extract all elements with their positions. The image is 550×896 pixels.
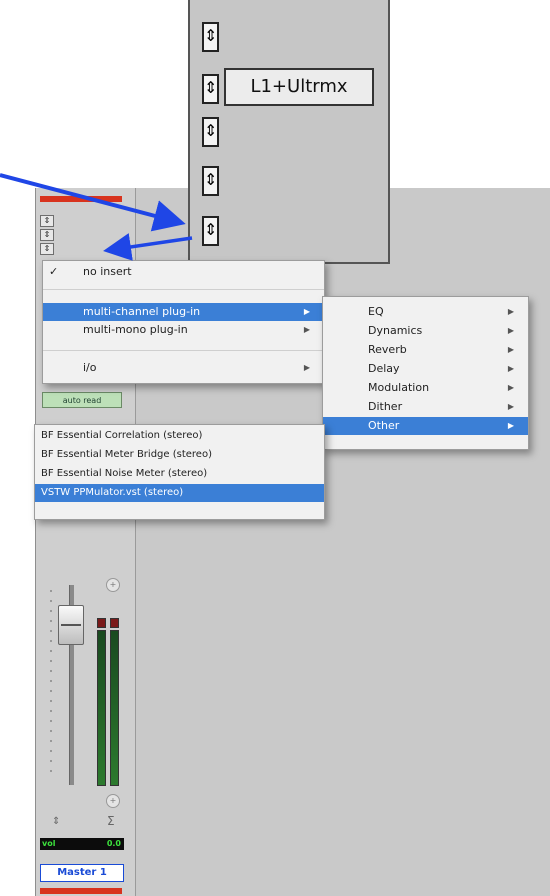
level-meter-right: [110, 630, 119, 786]
submenu-item-eq[interactable]: EQ ▶: [323, 303, 528, 321]
stepper-icon: ⇕: [43, 216, 51, 225]
menu-item-label: BF Essential Meter Bridge (stereo): [41, 449, 212, 460]
insert-plugin-name[interactable]: L1+Ultrmx: [224, 68, 374, 106]
meter-clip-right: [110, 618, 119, 628]
submenu-arrow-icon: ▶: [507, 421, 514, 430]
submenu-item-dynamics[interactable]: Dynamics ▶: [323, 322, 528, 340]
submenu-arrow-icon: ▶: [507, 326, 514, 335]
menu-item-label: VSTW PPMulator.vst (stereo): [41, 487, 184, 498]
menu-item-label: Dynamics: [368, 324, 423, 337]
stepper-icon: ⇕: [204, 26, 218, 45]
stepper-icon: ⇕: [204, 170, 218, 189]
menu-item-label: no insert: [83, 265, 132, 278]
menu-item-label: BF Essential Correlation (stereo): [41, 430, 203, 441]
zoom-insert-stepper-2[interactable]: ⇕: [202, 74, 219, 104]
zoom-insert-stepper-4[interactable]: ⇕: [202, 166, 219, 196]
menu-item-multi-channel[interactable]: multi-channel plug-in ▶: [43, 303, 324, 321]
menu-separator: [43, 289, 324, 290]
menu-item-label: multi-channel plug-in: [83, 305, 201, 318]
pan-knob[interactable]: +: [106, 578, 120, 592]
menu-item-label: Reverb: [368, 343, 407, 356]
menu-item-label: BF Essential Noise Meter (stereo): [41, 468, 208, 479]
menu-item-label: i/o: [83, 361, 97, 374]
strip-top-red-bar: [40, 196, 122, 202]
plugin-item[interactable]: BF Essential Meter Bridge (stereo): [35, 446, 324, 464]
stepper-icon: ⇕: [204, 220, 218, 239]
volume-readout: vol 0.0: [40, 838, 124, 850]
submenu-arrow-icon: ▶: [507, 383, 514, 392]
volume-label: vol: [42, 839, 56, 848]
fader-scale: [50, 590, 52, 780]
submenu-arrow-icon: ▶: [507, 364, 514, 373]
submenu-arrow-icon: ▶: [303, 325, 310, 334]
zoom-insert-stepper-5[interactable]: ⇕: [202, 216, 219, 246]
menu-item-no-insert[interactable]: ✓ no insert: [43, 263, 324, 281]
record-knob[interactable]: +: [106, 794, 120, 808]
meter-clip-left: [97, 618, 106, 628]
pan-stepper-icon[interactable]: ⇕: [52, 816, 60, 827]
submenu-item-other[interactable]: Other ▶: [323, 417, 528, 435]
insert-slot-1[interactable]: ⇕: [40, 215, 54, 227]
menu-item-multi-mono[interactable]: multi-mono plug-in ▶: [43, 321, 324, 339]
stepper-icon: ⇕: [43, 244, 51, 253]
zoom-insert-stepper-3[interactable]: ⇕: [202, 117, 219, 147]
submenu-item-dither[interactable]: Dither ▶: [323, 398, 528, 416]
insert-popup-menu: ✓ no insert multi-channel plug-in ▶ mult…: [42, 260, 325, 384]
menu-item-label: Other: [368, 419, 400, 432]
insert-slot-2[interactable]: ⇕: [40, 229, 54, 241]
submenu-item-reverb[interactable]: Reverb ▶: [323, 341, 528, 359]
track-name[interactable]: Master 1: [40, 864, 124, 882]
submenu-item-delay[interactable]: Delay ▶: [323, 360, 528, 378]
automation-mode-button[interactable]: auto read: [42, 392, 122, 408]
stepper-icon: ⇕: [43, 230, 51, 239]
submenu-arrow-icon: ▶: [507, 402, 514, 411]
plugin-item-selected[interactable]: VSTW PPMulator.vst (stereo): [35, 484, 324, 502]
plugin-item[interactable]: BF Essential Correlation (stereo): [35, 427, 324, 445]
menu-item-label: EQ: [368, 305, 384, 318]
plugin-category-submenu: EQ ▶ Dynamics ▶ Reverb ▶ Delay ▶ Modulat…: [322, 296, 529, 450]
strip-bottom-red-bar: [40, 888, 122, 894]
zoomed-insert-panel: ⇕ ⇕ L1+Ultrmx ⇕ ⇕ ⇕: [188, 0, 390, 264]
menu-item-label: Dither: [368, 400, 403, 413]
plugin-list-menu: BF Essential Correlation (stereo) BF Ess…: [34, 424, 325, 520]
stepper-icon: ⇕: [204, 78, 218, 97]
submenu-arrow-icon: ▶: [507, 307, 514, 316]
submenu-arrow-icon: ▶: [303, 363, 310, 372]
checkmark-icon: ✓: [49, 265, 59, 278]
menu-item-label: Modulation: [368, 381, 430, 394]
submenu-arrow-icon: ▶: [303, 307, 310, 316]
menu-separator: [43, 350, 324, 351]
volume-fader[interactable]: [58, 605, 84, 645]
zoom-insert-stepper-1[interactable]: ⇕: [202, 22, 219, 52]
submenu-arrow-icon: ▶: [507, 345, 514, 354]
submenu-item-modulation[interactable]: Modulation ▶: [323, 379, 528, 397]
menu-item-label: multi-mono plug-in: [83, 323, 188, 336]
insert-slot-3[interactable]: ⇕: [40, 243, 54, 255]
volume-value: 0.0: [106, 839, 121, 848]
sum-icon[interactable]: Σ: [107, 814, 115, 828]
stepper-icon: ⇕: [204, 121, 218, 140]
plugin-item[interactable]: BF Essential Noise Meter (stereo): [35, 465, 324, 483]
menu-item-io[interactable]: i/o ▶: [43, 359, 324, 377]
level-meter-left: [97, 630, 106, 786]
menu-item-label: Delay: [368, 362, 400, 375]
